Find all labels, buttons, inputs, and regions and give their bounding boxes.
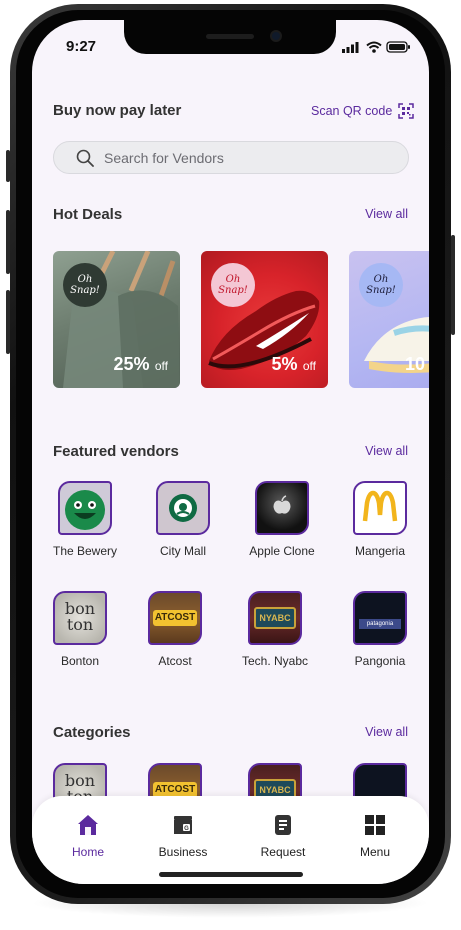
status-time: 9:27 — [66, 38, 97, 55]
hot-deals-title: Hot Deals — [53, 206, 123, 223]
vendor-name: Mangeria — [354, 544, 406, 558]
oh-snap-badge: Oh Snap! — [211, 263, 255, 307]
home-indicator — [159, 872, 303, 877]
signal-wifi-battery-icon — [342, 41, 410, 53]
apple-logo-icon — [273, 495, 291, 514]
svg-text:G: G — [184, 826, 189, 832]
front-camera — [270, 30, 282, 42]
featured-vendors-view-all-link[interactable]: View all — [365, 444, 408, 458]
notch — [124, 20, 336, 54]
grid-icon — [365, 815, 385, 835]
vendor-item[interactable]: Mangeria — [340, 481, 420, 558]
volume-up-button — [6, 210, 10, 274]
nav-home[interactable]: Home — [48, 812, 128, 859]
vendor-logo: patagonia — [353, 591, 407, 645]
vendor-logo — [156, 481, 210, 535]
nav-menu[interactable]: Menu — [335, 812, 415, 859]
nav-business[interactable]: G Business — [143, 812, 223, 859]
volume-down-button — [6, 290, 10, 354]
status-icons — [342, 40, 412, 54]
scan-qr-label: Scan QR code — [311, 104, 393, 118]
nav-menu-label: Menu — [359, 845, 391, 859]
vendor-name: Tech. Nyabc — [241, 654, 309, 668]
oh-snap-badge: Oh Snap! — [63, 263, 107, 307]
vendor-item[interactable]: patagonia Pangonia — [340, 591, 420, 668]
featured-vendors-title: Featured vendors — [53, 443, 179, 460]
smiley-logo-icon — [65, 490, 105, 530]
vendor-item[interactable]: Apple Clone — [242, 481, 322, 558]
oh-snap-badge: Oh Snap! — [359, 263, 403, 307]
page-title: Buy now pay later — [53, 102, 182, 119]
deal-card[interactable]: Oh Snap! 5% off — [201, 251, 328, 388]
vendor-name: City Mall — [159, 544, 206, 558]
vendor-name: The Bewery — [52, 544, 118, 558]
mute-switch — [6, 150, 10, 182]
hot-deals-carousel[interactable]: Oh Snap! 25% off Oh Snap! 5% off Oh Snap… — [53, 251, 429, 389]
vendor-name: Atcost — [158, 654, 192, 668]
nav-request-label: Request — [260, 845, 306, 859]
home-icon — [78, 815, 98, 835]
vendor-item[interactable]: City Mall — [143, 481, 223, 558]
patagonia-logo-text: patagonia — [359, 619, 401, 629]
search-icon — [76, 149, 94, 167]
speaker — [206, 34, 254, 39]
power-button — [451, 235, 455, 335]
vendor-logo: bon ton — [53, 591, 107, 645]
vendor-item[interactable]: NYABC Tech. Nyabc — [235, 591, 315, 668]
vendor-item[interactable]: ATCOST Atcost — [135, 591, 215, 668]
categories-view-all-link[interactable]: View all — [365, 725, 408, 739]
vendor-logo: ATCOST — [148, 591, 202, 645]
vendor-item[interactable]: The Bewery — [45, 481, 125, 558]
vendor-name: Bonton — [60, 654, 100, 668]
nyabc-logo-text: NYABC — [254, 607, 296, 629]
vendor-logo — [255, 481, 309, 535]
nav-request[interactable]: Request — [243, 812, 323, 859]
search-input[interactable] — [104, 149, 364, 166]
store-icon: G — [174, 816, 192, 834]
vendor-item[interactable]: bon ton Bonton — [40, 591, 120, 668]
vendor-name: Pangonia — [354, 654, 406, 668]
qr-code-icon — [398, 103, 415, 119]
vendor-name: Apple Clone — [249, 544, 315, 558]
categories-title: Categories — [53, 724, 131, 741]
bottom-nav: Home G Business Request Menu — [32, 796, 429, 884]
app-screen: 9:27 Buy now pay later Scan QR code Sear… — [32, 20, 429, 884]
deal-card[interactable]: Oh Snap! 10 — [349, 251, 429, 388]
nav-home-label: Home — [71, 845, 104, 859]
golden-arches-logo-icon — [362, 490, 398, 522]
deal-discount: 25% off — [113, 354, 169, 374]
atcost-logo-text: ATCOST — [153, 610, 197, 626]
deal-discount: 10 — [405, 354, 426, 374]
deal-card[interactable]: Oh Snap! 25% off — [53, 251, 180, 388]
nav-business-label: Business — [158, 845, 208, 859]
scan-qr-button[interactable]: Scan QR code — [311, 103, 415, 119]
vendor-logo: NYABC — [248, 591, 302, 645]
hot-deals-view-all-link[interactable]: View all — [365, 207, 408, 221]
search-bar[interactable] — [53, 141, 409, 174]
bonton-logo-text: bon ton — [64, 599, 96, 634]
document-icon — [275, 815, 291, 835]
starbucks-logo-icon — [169, 494, 197, 522]
vendor-logo — [58, 481, 112, 535]
vendor-logo — [353, 481, 407, 535]
deal-discount: 5% off — [271, 354, 316, 374]
